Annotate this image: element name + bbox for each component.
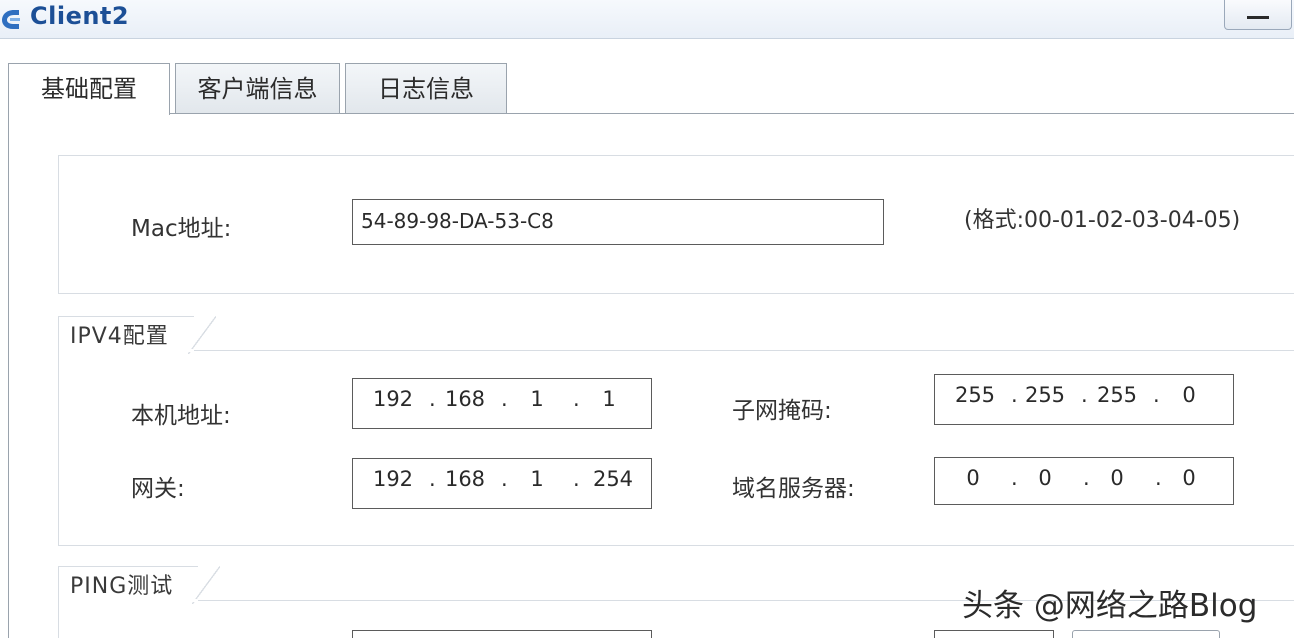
ip-octet[interactable]: 168 — [443, 467, 487, 491]
ip-dot: . — [1081, 383, 1088, 407]
local-address-label: 本机地址: — [131, 403, 231, 429]
ip-octet[interactable]: 255 — [953, 383, 997, 407]
ip-octet[interactable]: 0 — [1095, 466, 1139, 490]
ip-dot: . — [501, 467, 508, 491]
minimize-button[interactable] — [1224, 0, 1292, 30]
ping-tab-joint — [59, 599, 197, 602]
gateway-input[interactable]: 192 . 168 . 1 . 254 — [352, 458, 652, 509]
ip-dot: . — [1155, 466, 1162, 490]
ip-octet[interactable]: 0 — [951, 466, 995, 490]
ip-dot: . — [429, 387, 436, 411]
ip-octet[interactable]: 0 — [1023, 466, 1067, 490]
ip-octet[interactable]: 192 — [371, 387, 415, 411]
ip-dot: . — [1153, 383, 1160, 407]
watermark: 头条 @网络之路Blog — [962, 588, 1258, 624]
dns-server-input[interactable]: 0 . 0 . 0 . 0 — [934, 457, 1234, 505]
title-bar[interactable]: Client2 — [0, 0, 1294, 39]
ip-octet[interactable]: 0 — [1167, 383, 1211, 407]
mac-address-input[interactable]: 54-89-98-DA-53-C8 — [352, 199, 884, 245]
ip-octet[interactable]: 255 — [1095, 383, 1139, 407]
app-icon — [2, 10, 20, 29]
ip-octet[interactable]: 1 — [515, 387, 559, 411]
ping-button[interactable] — [1072, 630, 1220, 638]
ip-dot: . — [1083, 466, 1090, 490]
minimize-icon — [1247, 16, 1269, 19]
local-address-input[interactable]: 192 . 168 . 1 . 1 — [352, 378, 652, 429]
subnet-mask-label: 子网掩码: — [732, 398, 832, 424]
ip-octet[interactable]: 255 — [1023, 383, 1067, 407]
ip-dot: . — [1011, 466, 1018, 490]
ip-dot: . — [1011, 383, 1018, 407]
ip-octet[interactable]: 0 — [1167, 466, 1211, 490]
window-title: Client2 — [30, 2, 130, 30]
tab-log-info[interactable]: 日志信息 — [345, 63, 507, 113]
subnet-mask-input[interactable]: 255 . 255 . 255 . 0 — [934, 374, 1234, 425]
mac-label: Mac地址: — [131, 216, 232, 242]
tab-client-info[interactable]: 客户端信息 — [175, 63, 340, 113]
ip-octet[interactable]: 254 — [591, 467, 635, 491]
ip-octet[interactable]: 192 — [371, 467, 415, 491]
ip-octet[interactable]: 168 — [443, 387, 487, 411]
client-window: Client2 基础配置 客户端信息 日志信息 Mac地址: 54-89-98-… — [0, 0, 1294, 638]
ping-count-input[interactable] — [934, 630, 1054, 638]
mac-format-hint: (格式:00-01-02-03-04-05) — [964, 208, 1241, 233]
ip-octet[interactable]: 1 — [515, 467, 559, 491]
gateway-label: 网关: — [131, 476, 185, 502]
dns-server-label: 域名服务器: — [732, 476, 855, 502]
ipv4-tab-joint — [59, 349, 193, 352]
ip-dot: . — [501, 387, 508, 411]
ip-dot: . — [429, 467, 436, 491]
tab-basic-config[interactable]: 基础配置 — [8, 63, 170, 115]
ip-dot: . — [573, 467, 580, 491]
ping-target-input[interactable] — [352, 630, 652, 638]
ip-octet[interactable]: 1 — [587, 387, 631, 411]
ip-dot: . — [573, 387, 580, 411]
